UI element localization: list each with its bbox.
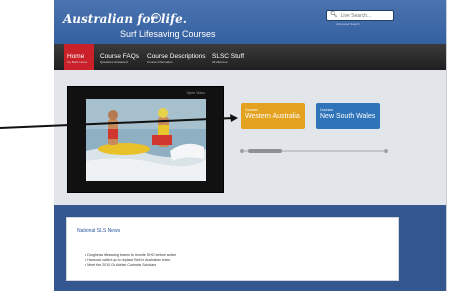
nav-item-course-faqs[interactable]: Course FAQs Questions Answered xyxy=(100,44,139,70)
search-icon[interactable]: 🔍︎ xyxy=(330,11,338,20)
nav-item-sub: Questions Answered xyxy=(100,60,128,64)
advanced-search-link[interactable]: Advanced Search xyxy=(336,22,360,26)
video-label: Open Video xyxy=(186,91,205,95)
scroll-right-icon[interactable] xyxy=(384,149,388,153)
site-logo[interactable]: Australian for life. xyxy=(63,12,187,26)
news-panel: National SLS News Drogheda lifesaving te… xyxy=(66,217,399,281)
nav-item-sub: Go Back Home xyxy=(67,60,88,64)
region-scrollbar[interactable] xyxy=(240,149,388,153)
news-list: Drogheda lifesaving teams to reunite SHO… xyxy=(85,253,176,268)
western-australia-button[interactable]: Courses Western Australia xyxy=(241,103,305,129)
nav-item-label: Course Descriptions xyxy=(147,53,206,60)
logo-badge-icon: ☺ xyxy=(151,13,161,23)
nav-item-label: Home xyxy=(67,53,85,60)
news-title: National SLS News xyxy=(77,228,121,234)
site-title: Surf Lifesaving Courses xyxy=(120,29,216,39)
nav-item-label: Course FAQs xyxy=(100,53,140,60)
nav-item-label: SLSC Stuff xyxy=(212,53,245,60)
region-name: Western Australia xyxy=(245,113,300,120)
nav-item-home[interactable]: Home Go Back Home xyxy=(64,44,94,70)
nav-item-sub: All about us xyxy=(212,60,228,64)
nav-item-slsc-stuff[interactable]: SLSC Stuff All about us xyxy=(212,44,244,70)
search-input[interactable] xyxy=(337,11,395,20)
scroll-thumb[interactable] xyxy=(248,149,282,153)
search-box[interactable]: 🔍︎ xyxy=(326,10,395,21)
region-name: New South Wales xyxy=(320,113,376,120)
site-header: Australian for life. ☺ Surf Lifesaving C… xyxy=(54,0,446,44)
main-nav: Home Go Back Home Course FAQs Questions … xyxy=(54,44,446,70)
video-player[interactable]: Open Video xyxy=(67,86,224,193)
web-page: Australian for life. ☺ Surf Lifesaving C… xyxy=(54,0,447,291)
nav-item-sub: Course Information xyxy=(147,60,173,64)
lifesaver-photo xyxy=(86,99,206,181)
new-south-wales-button[interactable]: Courses New South Wales xyxy=(316,103,380,129)
nav-item-course-descriptions[interactable]: Course Descriptions Course Information xyxy=(147,44,206,70)
news-item[interactable]: Meet the 2010 Gr Adrian Curlewis Scholar… xyxy=(85,263,176,268)
